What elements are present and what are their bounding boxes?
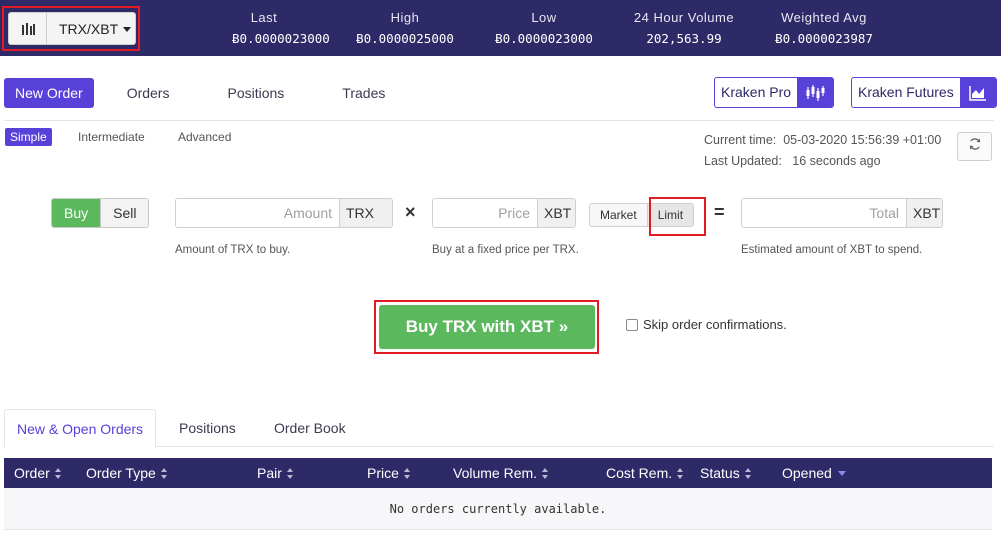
pair-label: TRX/XBT [59, 20, 119, 37]
kraken-pro-button[interactable]: Kraken Pro [714, 77, 835, 108]
stat-high: High Ƀ0.0000025000 [355, 10, 455, 46]
stat-volume: 24 Hour Volume 202,563.99 [624, 10, 744, 46]
amount-currency-dropdown[interactable]: TRX [339, 199, 392, 227]
sort-icon [744, 467, 752, 479]
refresh-button[interactable] [957, 132, 992, 161]
time-info: Current time: 05-03-2020 15:56:39 +01:00… [704, 130, 941, 172]
col-opened[interactable]: Opened [782, 458, 846, 488]
sort-desc-icon [837, 470, 846, 476]
tab-positions[interactable]: Positions [167, 409, 248, 447]
stat-weighted-avg-value: Ƀ0.0000023987 [775, 31, 873, 46]
last-updated-label: Last Updated: [704, 154, 782, 168]
kraken-futures-button[interactable]: Kraken Futures [851, 77, 997, 108]
stat-last: Last Ƀ0.0000023000 [232, 10, 330, 46]
col-volume-rem[interactable]: Volume Rem. [453, 458, 549, 488]
price-currency: XBT [537, 199, 575, 227]
mode-intermediate[interactable]: Intermediate [73, 128, 150, 146]
current-time-value: 05-03-2020 15:56:39 +01:00 [783, 133, 942, 147]
col-order-type[interactable]: Order Type [86, 458, 168, 488]
nav-orders[interactable]: Orders [116, 78, 181, 108]
sort-icon [677, 467, 684, 479]
orders-table-header: Order Order Type Pair Price Volume Rem. … [4, 458, 992, 488]
amount-hint: Amount of TRX to buy. [175, 244, 291, 256]
pair-selector-button[interactable]: TRX/XBT [8, 12, 136, 45]
kraken-pro-label: Kraken Pro [721, 84, 792, 100]
amount-currency-label: TRX [346, 205, 374, 221]
kraken-futures-label: Kraken Futures [858, 84, 954, 100]
stat-weighted-avg: Weighted Avg Ƀ0.0000023987 [770, 10, 878, 46]
total-currency: XBT [906, 199, 942, 227]
col-cost-rem[interactable]: Cost Rem. [606, 458, 684, 488]
nav-positions[interactable]: Positions [216, 78, 295, 108]
total-input[interactable] [742, 199, 906, 227]
price-input[interactable] [433, 199, 537, 227]
sort-icon [160, 467, 168, 479]
col-price[interactable]: Price [367, 458, 411, 488]
skip-confirmations-checkbox[interactable] [626, 318, 638, 331]
nav-divider [4, 120, 994, 121]
buy-toggle[interactable]: Buy [52, 199, 101, 227]
skip-confirmations[interactable]: Skip order confirmations. [626, 317, 787, 332]
stat-low-value: Ƀ0.0000023000 [495, 31, 593, 46]
ticker-bar: TRX/XBT Last Ƀ0.0000023000 High Ƀ0.00000… [0, 0, 1001, 56]
sort-icon [403, 467, 411, 479]
main-nav: New Order Orders Positions Trades [4, 78, 432, 108]
stat-last-value: Ƀ0.0000023000 [232, 31, 330, 46]
nav-new-order[interactable]: New Order [4, 78, 94, 108]
mode-simple[interactable]: Simple [5, 128, 52, 146]
stat-high-value: Ƀ0.0000025000 [356, 31, 454, 46]
current-time-label: Current time: [704, 133, 777, 147]
total-field-group: XBT [741, 198, 943, 228]
stat-low-label: Low [531, 10, 557, 25]
price-field-group: XBT [432, 198, 576, 228]
sell-toggle[interactable]: Sell [100, 199, 149, 227]
candlestick-icon [797, 78, 834, 107]
stat-high-label: High [390, 10, 420, 25]
sort-icon [54, 467, 62, 479]
buy-sell-toggle: Buy Sell [51, 198, 150, 228]
nav-trades[interactable]: Trades [331, 78, 396, 108]
last-updated-value: 16 seconds ago [792, 154, 881, 168]
pair-selector-highlight: TRX/XBT [2, 6, 140, 51]
market-toggle[interactable]: Market [590, 204, 647, 226]
mode-advanced[interactable]: Advanced [173, 128, 236, 146]
amount-field-group: TRX [175, 198, 393, 228]
sort-icon [286, 467, 294, 479]
equals-sign: = [714, 202, 725, 222]
area-chart-icon [959, 78, 996, 107]
tab-new-open-orders[interactable]: New & Open Orders [4, 409, 157, 448]
skip-confirmations-label: Skip order confirmations. [643, 317, 787, 332]
stat-last-label: Last [250, 10, 278, 25]
amount-input[interactable] [176, 199, 339, 227]
orders-empty-row: No orders currently available. [4, 488, 992, 530]
refresh-icon [968, 137, 982, 156]
col-order[interactable]: Order [14, 458, 62, 488]
orders-tabs: New & Open Orders Positions Order Book [4, 409, 994, 448]
stat-volume-value: 202,563.99 [646, 31, 722, 46]
caret-down-icon [123, 26, 132, 32]
col-pair[interactable]: Pair [257, 458, 294, 488]
total-hint: Estimated amount of XBT to spend. [741, 244, 923, 256]
stat-low: Low Ƀ0.0000023000 [494, 10, 594, 46]
tab-order-book[interactable]: Order Book [262, 409, 358, 447]
sort-icon [542, 467, 549, 479]
buy-submit-button[interactable]: Buy TRX with XBT » [379, 305, 595, 349]
limit-highlight [649, 197, 706, 236]
price-hint: Buy at a fixed price per TRX. [432, 244, 579, 256]
stat-volume-label: 24 Hour Volume [633, 10, 735, 25]
chart-bars-icon [9, 13, 47, 44]
col-status[interactable]: Status [700, 458, 752, 488]
multiply-sign: × [405, 202, 416, 222]
stat-weighted-avg-label: Weighted Avg [781, 10, 867, 25]
